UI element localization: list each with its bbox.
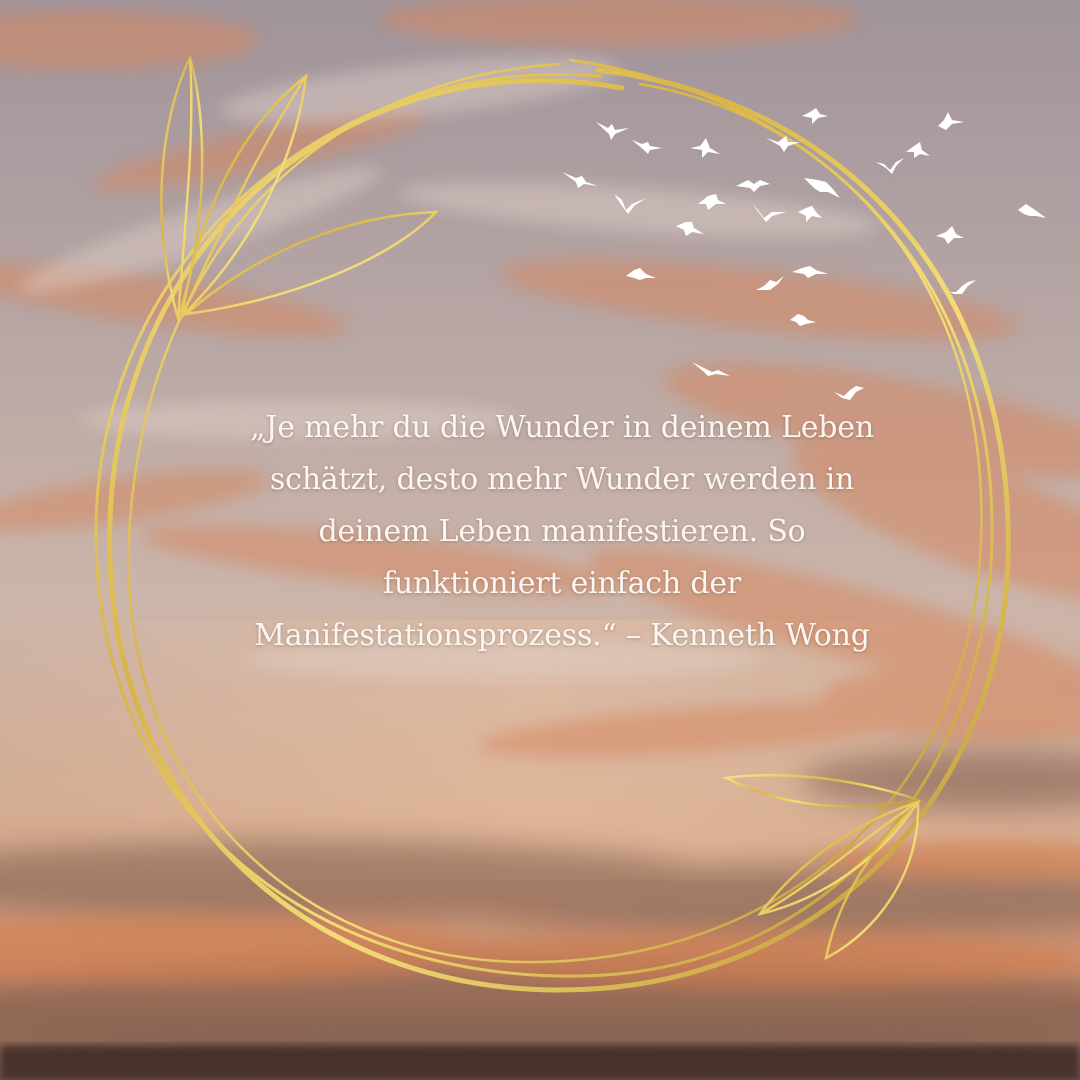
quote-line-3: deinem Leben manifestieren. So: [318, 514, 806, 549]
quote-line-4: funktioniert einfach der: [382, 566, 742, 601]
quote-line-5: Manifestationsprozess.“ – Kenneth Wong: [254, 618, 870, 653]
quote-text: „Je mehr du die Wunder in deinem Leben s…: [190, 402, 934, 662]
quote-line-2: schätzt, desto mehr Wunder werden in: [269, 462, 855, 497]
quote-line-1: „Je mehr du die Wunder in deinem Leben: [250, 410, 874, 445]
quote-card: „Je mehr du die Wunder in deinem Leben s…: [0, 0, 1080, 1080]
